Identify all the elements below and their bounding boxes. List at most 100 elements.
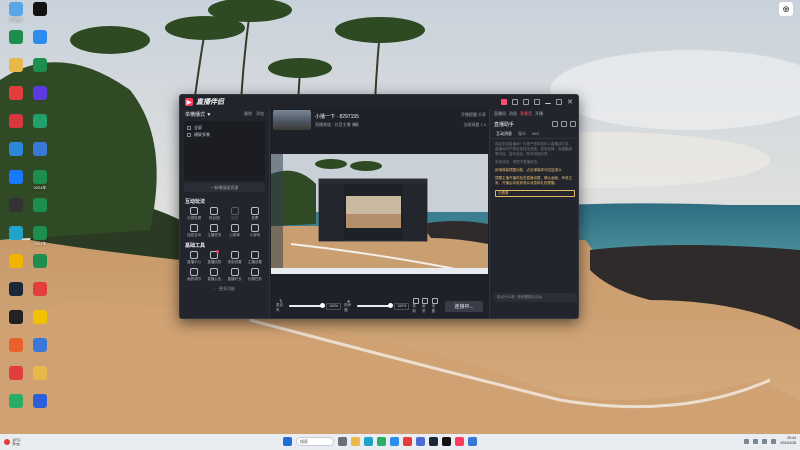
- checkbox-icon[interactable]: [187, 125, 191, 130]
- scene-selector[interactable]: 单横播式 ▼: [185, 111, 211, 118]
- tool-button[interactable]: 直播时长: [225, 268, 245, 282]
- desktop-shortcut[interactable]: [28, 338, 52, 353]
- mic-control[interactable]: 🎙 麦克风: [276, 299, 286, 313]
- chevron-up-icon[interactable]: [744, 438, 750, 444]
- live-companion-taskbar-icon[interactable]: [455, 437, 464, 446]
- mic-volume-value[interactable]: 100%: [325, 302, 342, 310]
- chat-input[interactable]: 说点什么吧...快来跟观众互动: [494, 293, 577, 302]
- top-tab[interactable]: 开播: [535, 111, 543, 117]
- source-item[interactable]: 横屏多景: [187, 131, 262, 138]
- tool-button[interactable]: 主播任务: [204, 224, 224, 238]
- record-button[interactable]: 录制: [412, 298, 419, 314]
- assistant-tab[interactable]: 互动消息: [496, 131, 512, 137]
- minimize-button[interactable]: [545, 101, 552, 104]
- assistant-tab[interactable]: 观众: [518, 131, 526, 137]
- tool-button[interactable]: 礼物投屏: [184, 207, 204, 221]
- settings-button[interactable]: 设置: [432, 298, 439, 314]
- desktop-shortcut[interactable]: [4, 114, 28, 129]
- tool-button[interactable]: 粉丝团: [204, 207, 224, 221]
- network-icon[interactable]: [753, 438, 759, 444]
- scene-add-button[interactable]: 添加: [256, 111, 264, 117]
- desktop-shortcut[interactable]: [4, 86, 28, 101]
- mic-volume-slider[interactable]: [288, 303, 325, 308]
- desktop-shortcut[interactable]: 回收站: [4, 2, 28, 23]
- desktop-shortcut[interactable]: [28, 282, 52, 297]
- popout-icon[interactable]: [561, 121, 567, 127]
- desktop-shortcut[interactable]: [28, 254, 52, 269]
- volume-icon[interactable]: [762, 438, 768, 444]
- lock-icon[interactable]: [570, 121, 576, 127]
- tool-button[interactable]: 投票: [245, 207, 265, 221]
- speaker-control[interactable]: 🔈 扬声器: [344, 299, 354, 313]
- task-view-icon[interactable]: [338, 437, 347, 446]
- desktop-shortcut[interactable]: [4, 58, 28, 73]
- tool-button[interactable]: 福袋: [225, 207, 245, 221]
- stream-cover-thumbnail[interactable]: [273, 110, 311, 130]
- steam-icon[interactable]: [429, 437, 438, 446]
- taskbar-search[interactable]: 搜索: [296, 437, 334, 446]
- more-features-link[interactable]: ··· 更多功能: [180, 286, 269, 292]
- scene-delete-button[interactable]: 删除: [244, 111, 252, 117]
- desktop-shortcut[interactable]: [4, 226, 28, 241]
- desktop-shortcut[interactable]: [4, 282, 28, 297]
- maximize-button[interactable]: [556, 99, 563, 105]
- desktop-shortcut[interactable]: [28, 86, 52, 101]
- settings-icon[interactable]: [552, 121, 558, 127]
- checkbox-icon[interactable]: [187, 132, 191, 137]
- tool-button[interactable]: 主播设置: [245, 251, 265, 265]
- tool-button[interactable]: 画质调节: [184, 268, 204, 282]
- live-preview-canvas[interactable]: [271, 154, 488, 274]
- tool-button[interactable]: 连线互动: [184, 224, 204, 238]
- desktop-shortcut[interactable]: [28, 2, 52, 17]
- wps-icon[interactable]: [403, 437, 412, 446]
- desktop-shortcut[interactable]: [4, 310, 28, 325]
- clock[interactable]: 20:44 2024/4/28: [780, 436, 796, 446]
- desktop-shortcut[interactable]: [4, 170, 28, 185]
- tool-button[interactable]: 直播中心: [184, 251, 204, 265]
- add-source-button[interactable]: + 新增画面资源: [184, 183, 265, 192]
- wechat-icon[interactable]: [377, 437, 386, 446]
- desktop-shortcut[interactable]: [28, 30, 52, 45]
- assistant-tab[interactable]: MIC: [532, 131, 539, 136]
- desktop-shortcut[interactable]: 2024年: [28, 226, 52, 247]
- desktop-shortcut[interactable]: [28, 394, 52, 409]
- battery-icon[interactable]: [771, 438, 777, 444]
- windows-start-icon[interactable]: [283, 437, 292, 446]
- tool-button[interactable]: 直播公告: [204, 268, 224, 282]
- speaker-volume-slider[interactable]: [357, 303, 393, 308]
- desktop-shortcut-corner[interactable]: ◎: [778, 2, 794, 16]
- tool-button[interactable]: 小游戏: [245, 224, 265, 238]
- tool-button[interactable]: 直播回放: [204, 250, 224, 265]
- speaker-volume-knob[interactable]: [387, 303, 393, 308]
- menu-icon[interactable]: [534, 99, 541, 105]
- top-tab[interactable]: 背景音: [520, 111, 532, 117]
- mic-volume-knob[interactable]: [319, 303, 325, 308]
- desktop-shortcut[interactable]: 2024年: [28, 170, 52, 191]
- tiktok-icon[interactable]: [442, 437, 451, 446]
- desktop-shortcut[interactable]: [28, 198, 52, 213]
- desktop-shortcut[interactable]: [28, 142, 52, 157]
- desktop-shortcut[interactable]: [28, 366, 52, 381]
- share-button[interactable]: 分享: [478, 112, 486, 117]
- headset-icon[interactable]: [512, 99, 519, 105]
- message-action-button[interactable]: 去看看: [495, 190, 575, 197]
- desktop-shortcut[interactable]: [4, 254, 28, 269]
- app-icon[interactable]: [468, 437, 477, 446]
- tool-button[interactable]: 录制设置: [225, 251, 245, 265]
- close-button[interactable]: ✕: [567, 98, 573, 106]
- live-reminder-button[interactable]: 开播提醒: [461, 112, 477, 117]
- file-explorer-icon[interactable]: [351, 437, 360, 446]
- desktop-shortcut[interactable]: [4, 142, 28, 157]
- speaker-volume-value[interactable]: 100%: [394, 302, 410, 310]
- qq-icon[interactable]: [390, 437, 399, 446]
- desktop-shortcut[interactable]: [4, 338, 28, 353]
- desktop-shortcut[interactable]: [28, 114, 52, 129]
- notification-icon[interactable]: [501, 99, 508, 105]
- tool-button[interactable]: 长期任务: [245, 268, 265, 282]
- settings-icon[interactable]: [523, 99, 530, 105]
- top-tab[interactable]: 直播间: [494, 111, 506, 117]
- top-tab[interactable]: 消息: [509, 111, 517, 117]
- start-live-button[interactable]: 连接中...: [445, 300, 483, 312]
- quality-button[interactable]: 画质: [422, 298, 429, 314]
- stream-title[interactable]: 小播一下 · 8297155: [315, 113, 359, 120]
